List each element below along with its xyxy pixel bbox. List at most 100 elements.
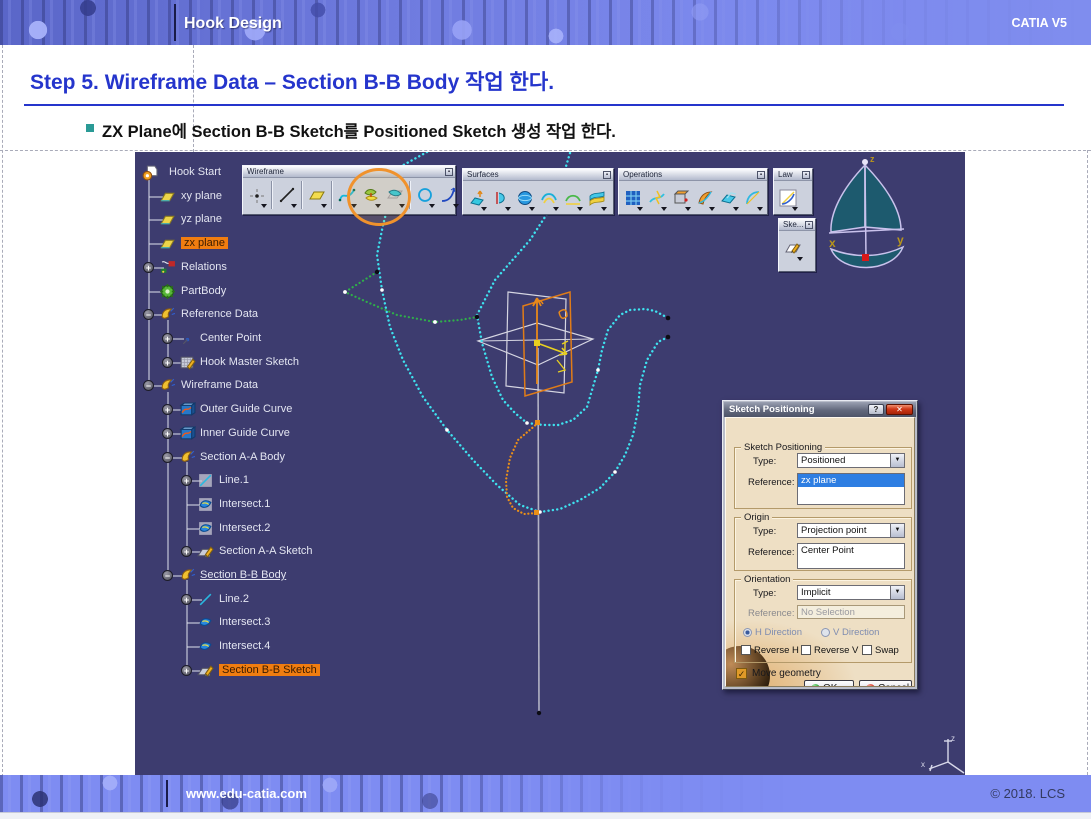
collapse-node-icon[interactable]: − <box>162 570 173 581</box>
tree-item-intersect-1[interactable]: Intersect.1 <box>135 496 455 514</box>
toolbar-ske[interactable]: Ske...▪ <box>778 218 816 272</box>
trim-button[interactable] <box>669 182 693 213</box>
toolbar-surfaces[interactable]: Surfaces▪ <box>462 168 614 215</box>
chevron-down-icon[interactable] <box>757 207 763 211</box>
tree-item-label[interactable]: Section B-B Body <box>200 569 286 581</box>
reverse-v-checkbox[interactable] <box>801 645 811 655</box>
tree-item-label[interactable]: Intersect.1 <box>219 498 270 510</box>
tree-item-label[interactable]: Section A-A Body <box>200 451 285 463</box>
tree-item-label[interactable]: Hook Start <box>169 166 221 178</box>
orientation-type-combo[interactable]: Implicit ▼ <box>797 585 905 600</box>
tree-item-label[interactable]: xy plane <box>181 190 222 202</box>
tree-item-label[interactable]: Line.2 <box>219 593 249 605</box>
expand-node-icon[interactable]: + <box>162 333 173 344</box>
tree-item-label[interactable]: Section B-B Sketch <box>219 664 320 676</box>
toolbar-law[interactable]: Law▪ <box>773 168 813 215</box>
expand-node-icon[interactable]: + <box>162 404 173 415</box>
tree-item-center-point[interactable]: + Center Point <box>135 330 455 348</box>
chevron-down-icon[interactable]: ▼ <box>890 454 904 467</box>
tree-item-label[interactable]: Intersect.2 <box>219 522 270 534</box>
tree-item-wireframe-data[interactable]: − Wireframe Data <box>135 377 455 395</box>
toolbar-titlebar[interactable]: Surfaces▪ <box>463 169 613 181</box>
tree-item-label[interactable]: Reference Data <box>181 308 258 320</box>
expand-node-icon[interactable]: + <box>181 594 192 605</box>
website-link[interactable]: www.edu-catia.com <box>186 775 307 812</box>
chevron-down-icon[interactable] <box>261 204 267 208</box>
toolbar-titlebar[interactable]: Ske...▪ <box>779 219 815 231</box>
cancel-button[interactable]: Cancel <box>859 680 912 687</box>
expand-node-icon[interactable]: + <box>181 475 192 486</box>
chevron-down-icon[interactable] <box>792 207 798 211</box>
chevron-down-icon[interactable] <box>505 207 511 211</box>
extract-button[interactable] <box>717 182 741 213</box>
split-button[interactable] <box>645 182 669 213</box>
collapse-node-icon[interactable]: − <box>143 380 154 391</box>
tree-item-label[interactable]: Center Point <box>200 332 261 344</box>
swap-checkbox[interactable] <box>862 645 872 655</box>
line-button[interactable] <box>275 179 299 210</box>
toolbar-close-icon[interactable]: ▪ <box>805 221 813 229</box>
chevron-down-icon[interactable] <box>637 207 643 211</box>
chevron-down-icon[interactable] <box>601 207 607 211</box>
expand-node-icon[interactable]: + <box>181 665 192 676</box>
chevron-down-icon[interactable] <box>529 207 535 211</box>
collapse-node-icon[interactable]: − <box>162 452 173 463</box>
chevron-down-icon[interactable] <box>685 207 691 211</box>
tree-item-outer-guide-curve[interactable]: + Outer Guide Curve <box>135 401 455 419</box>
tree-item-section-b-b-body[interactable]: − Section B-B Body <box>135 567 455 585</box>
chevron-down-icon[interactable] <box>577 207 583 211</box>
move-geometry-checkbox[interactable]: ✓ <box>736 668 747 679</box>
tree-item-label[interactable]: Wireframe Data <box>181 379 258 391</box>
tree-item-relations[interactable]: + Relations <box>135 259 455 277</box>
chevron-down-icon[interactable] <box>733 207 739 211</box>
expand-node-icon[interactable]: + <box>143 262 154 273</box>
tree-item-line-2[interactable]: + Line.2 <box>135 591 455 609</box>
expand-node-icon[interactable]: + <box>162 428 173 439</box>
chevron-down-icon[interactable]: ▼ <box>890 524 904 537</box>
positioning-type-combo[interactable]: Positioned ▼ <box>797 453 905 468</box>
tree-item-label[interactable]: Line.1 <box>219 474 249 486</box>
orientation-reference-field[interactable]: No Selection <box>797 605 905 619</box>
toolbar-titlebar[interactable]: Wireframe▪ <box>243 166 455 178</box>
positioned-sketch-button[interactable] <box>781 232 805 263</box>
chevron-down-icon[interactable] <box>429 204 435 208</box>
chevron-down-icon[interactable] <box>321 204 327 208</box>
tree-item-label[interactable]: Section A-A Sketch <box>219 545 313 557</box>
tree-item-label[interactable]: Relations <box>181 261 227 273</box>
toolbar-operations[interactable]: Operations▪ <box>618 168 768 215</box>
chevron-down-icon[interactable] <box>481 207 487 211</box>
tree-item-label[interactable]: Outer Guide Curve <box>200 403 292 415</box>
chevron-down-icon[interactable] <box>291 204 297 208</box>
tree-item-zx-plane[interactable]: zx plane <box>135 235 455 253</box>
toolbar-titlebar[interactable]: Operations▪ <box>619 169 767 181</box>
reverse-h-checkbox[interactable] <box>741 645 751 655</box>
help-button[interactable]: ? <box>868 404 884 415</box>
chevron-down-icon[interactable] <box>453 204 459 208</box>
view-compass[interactable]: x y z <box>829 154 904 268</box>
plane-button[interactable] <box>305 179 329 210</box>
point-button[interactable] <box>245 179 269 210</box>
toolbar-close-icon[interactable]: ▪ <box>757 171 765 179</box>
toolbar-close-icon[interactable]: ▪ <box>802 171 810 179</box>
tree-item-intersect-4[interactable]: Intersect.4 <box>135 638 455 656</box>
tree-item-section-a-a-body[interactable]: − Section A-A Body <box>135 449 455 467</box>
chevron-down-icon[interactable] <box>709 207 715 211</box>
v-direction-radio[interactable] <box>821 628 830 637</box>
toolbar-close-icon[interactable]: ▪ <box>603 171 611 179</box>
tree-item-section-b-b-sketch[interactable]: + Section B-B Sketch <box>135 662 455 680</box>
dialog-titlebar[interactable]: Sketch Positioning ? ✕ <box>724 402 916 417</box>
close-button[interactable]: ✕ <box>886 404 913 415</box>
positioning-reference-list[interactable]: zx plane <box>797 473 905 505</box>
blend-button[interactable] <box>585 182 609 213</box>
tree-item-reference-data[interactable]: −Reference Data <box>135 306 455 324</box>
boundary-button[interactable] <box>693 182 717 213</box>
tree-item-intersect-2[interactable]: Intersect.2 <box>135 520 455 538</box>
expand-node-icon[interactable]: + <box>181 546 192 557</box>
tree-item-label[interactable]: Intersect.4 <box>219 640 270 652</box>
chevron-down-icon[interactable]: ▼ <box>890 586 904 599</box>
sweep-button[interactable] <box>561 182 585 213</box>
origin-reference-field[interactable]: Center Point <box>797 543 905 569</box>
origin-type-combo[interactable]: Projection point ▼ <box>797 523 905 538</box>
tree-item-intersect-3[interactable]: Intersect.3 <box>135 614 455 632</box>
chevron-down-icon[interactable] <box>553 207 559 211</box>
